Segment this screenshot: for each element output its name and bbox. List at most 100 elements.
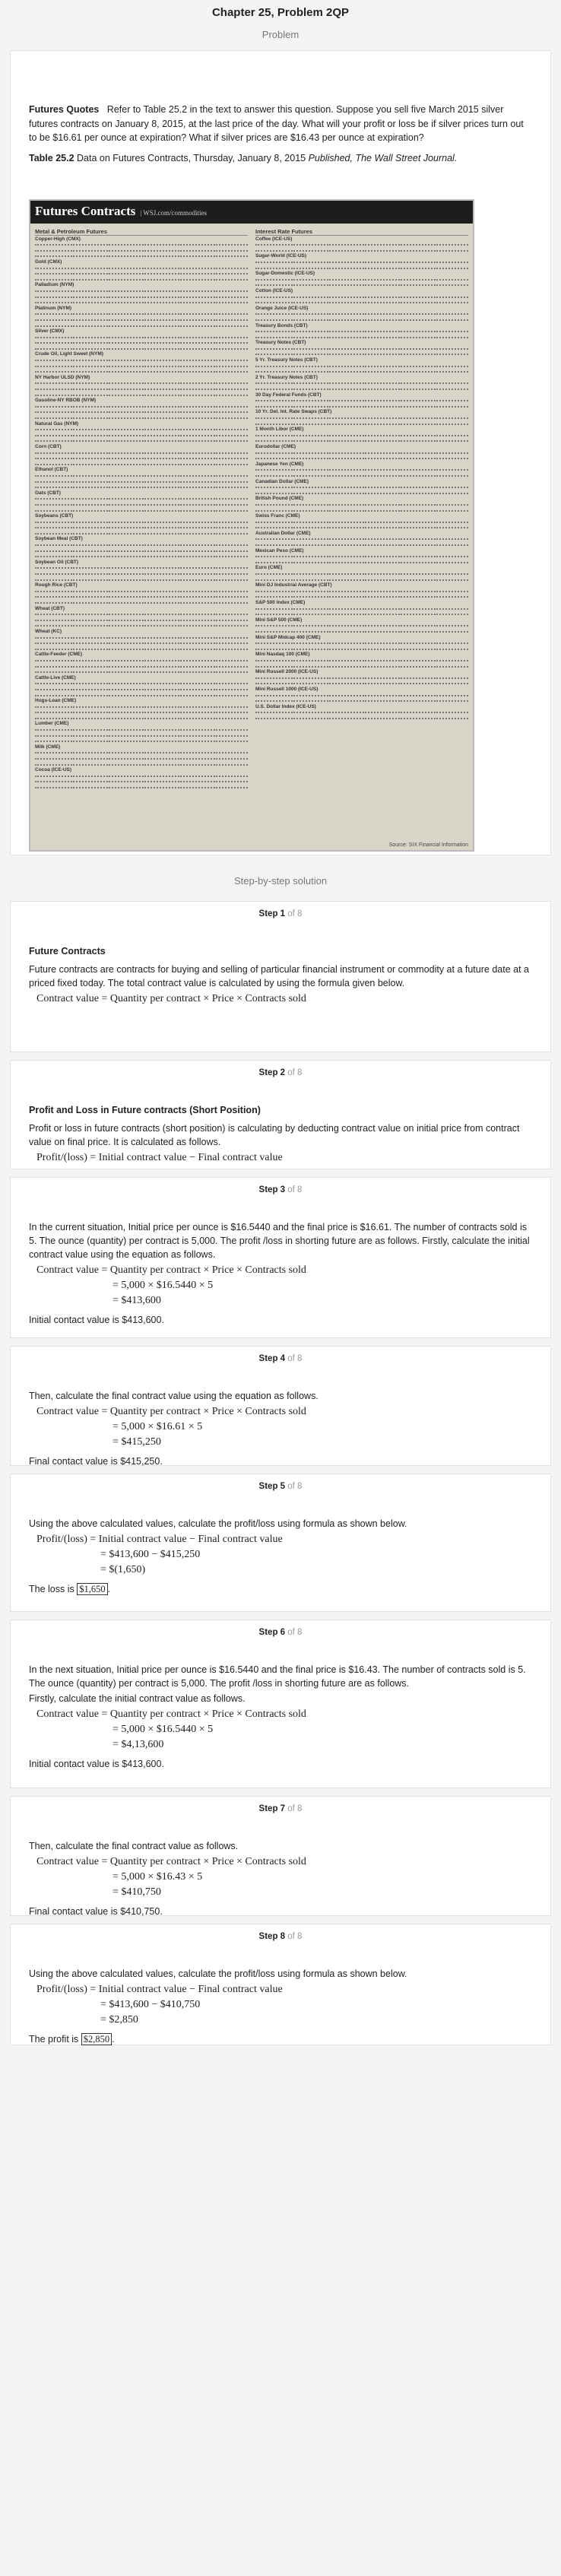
table-cell [255, 606, 290, 610]
table-cell [291, 277, 325, 281]
contract-name: Mini DJ Industrial Average (CBT) [255, 582, 332, 588]
table-cell [178, 600, 212, 604]
table-cell [214, 756, 248, 760]
table-cell [106, 640, 141, 645]
table-cell [398, 265, 433, 269]
table-cell [71, 502, 105, 506]
table-row [35, 617, 248, 623]
table-cell [214, 762, 248, 766]
table-cell [398, 508, 433, 512]
table-cell [291, 536, 325, 541]
table-cell [398, 398, 433, 402]
table-cell [142, 542, 176, 547]
table-cell [214, 300, 248, 304]
table-cell [363, 277, 397, 281]
table-cell [178, 415, 212, 419]
table-row [35, 531, 248, 537]
table-cell [71, 404, 105, 408]
table-cell [214, 687, 248, 690]
table-cell [142, 357, 176, 362]
table-cell [142, 294, 176, 298]
table-cell [106, 785, 141, 788]
contract-name: NY Harbor ULSD (NYM) [35, 374, 90, 380]
table-cell [71, 317, 105, 321]
table-cell [255, 380, 290, 385]
table-cell [35, 680, 69, 685]
table-row [255, 282, 468, 288]
table-row [35, 438, 248, 444]
table-cell [106, 565, 141, 569]
equation: Contract value = Quantity per contract ×… [36, 991, 532, 1007]
table-cell [434, 294, 468, 298]
step-card: Step 3 of 8 In the current situation, Ini… [10, 1177, 551, 1338]
answer-box: $1,650 [77, 1583, 108, 1595]
step-total: of 8 [285, 1628, 303, 1637]
table-cell [35, 669, 69, 674]
table-cell [291, 242, 325, 246]
contract-name: Mini S&P 500 (CME) [255, 617, 303, 623]
table-cell [71, 693, 105, 696]
step-result: The profit is $2,850. [29, 2032, 532, 2046]
table-cell [363, 242, 397, 246]
table-cell [214, 427, 248, 431]
table-cell [255, 646, 290, 650]
table-cell [35, 479, 69, 483]
table-row [35, 738, 248, 744]
table-cell [291, 259, 325, 263]
table-cell [142, 253, 176, 258]
table-cell [178, 271, 212, 275]
table-cell [71, 571, 105, 576]
table-cell [71, 484, 105, 489]
table-cell [178, 242, 212, 246]
table-cell [255, 311, 290, 316]
table-cell [255, 248, 290, 252]
table-cell [327, 640, 361, 645]
table-cell [178, 554, 212, 558]
table-cell [327, 421, 361, 425]
step-text: In the next situation, Initial price per… [29, 1664, 526, 1689]
table-cell [178, 340, 212, 344]
table-cell [178, 265, 212, 269]
table-cell [327, 693, 361, 696]
table-cell [255, 715, 290, 719]
table-row [35, 242, 248, 248]
table-row [35, 658, 248, 664]
table-cell [327, 380, 361, 385]
table-cell [71, 386, 105, 391]
table-cell [255, 675, 290, 679]
table-row [255, 242, 468, 248]
table-cell [398, 525, 433, 529]
table-cell [327, 242, 361, 246]
contract-name: Mini S&P Midcap 400 (CME) [255, 634, 321, 640]
table-cell [398, 629, 433, 633]
table-cell [71, 335, 105, 338]
contract-name: Canadian Dollar (CME) [255, 478, 309, 484]
table-cell [434, 248, 468, 252]
table-cell [142, 386, 176, 391]
table-cell [434, 698, 468, 703]
table-cell [178, 715, 212, 719]
table-row [35, 600, 248, 606]
table-row [255, 294, 468, 300]
contract-name: Treasury Notes (CBT) [255, 340, 306, 346]
table-cell [363, 380, 397, 385]
table-cell [434, 508, 468, 512]
table-cell [363, 588, 397, 592]
table-cell [35, 693, 69, 696]
table-row [255, 467, 468, 473]
equation-line: Contract value = Quantity per contract ×… [36, 1406, 306, 1417]
table-cell [398, 467, 433, 471]
table-cell [178, 450, 212, 454]
equation-line: = $413,600 − $415,250 [100, 1549, 201, 1560]
table-cell [35, 277, 69, 281]
table-cell [398, 502, 433, 506]
step-label: Step 2 [258, 1068, 286, 1077]
table-cell [398, 715, 433, 719]
problem-lead: Futures Quotes [29, 104, 100, 115]
equation-line: = 5,000 × $16.43 × 5 [113, 1871, 203, 1883]
table-cell [398, 577, 433, 581]
table-cell [214, 594, 248, 598]
step-text: In the current situation, Initial price … [29, 1222, 530, 1260]
table-cell [35, 462, 69, 465]
contract-name: Gasoline-NY RBOB (NYM) [35, 398, 97, 404]
